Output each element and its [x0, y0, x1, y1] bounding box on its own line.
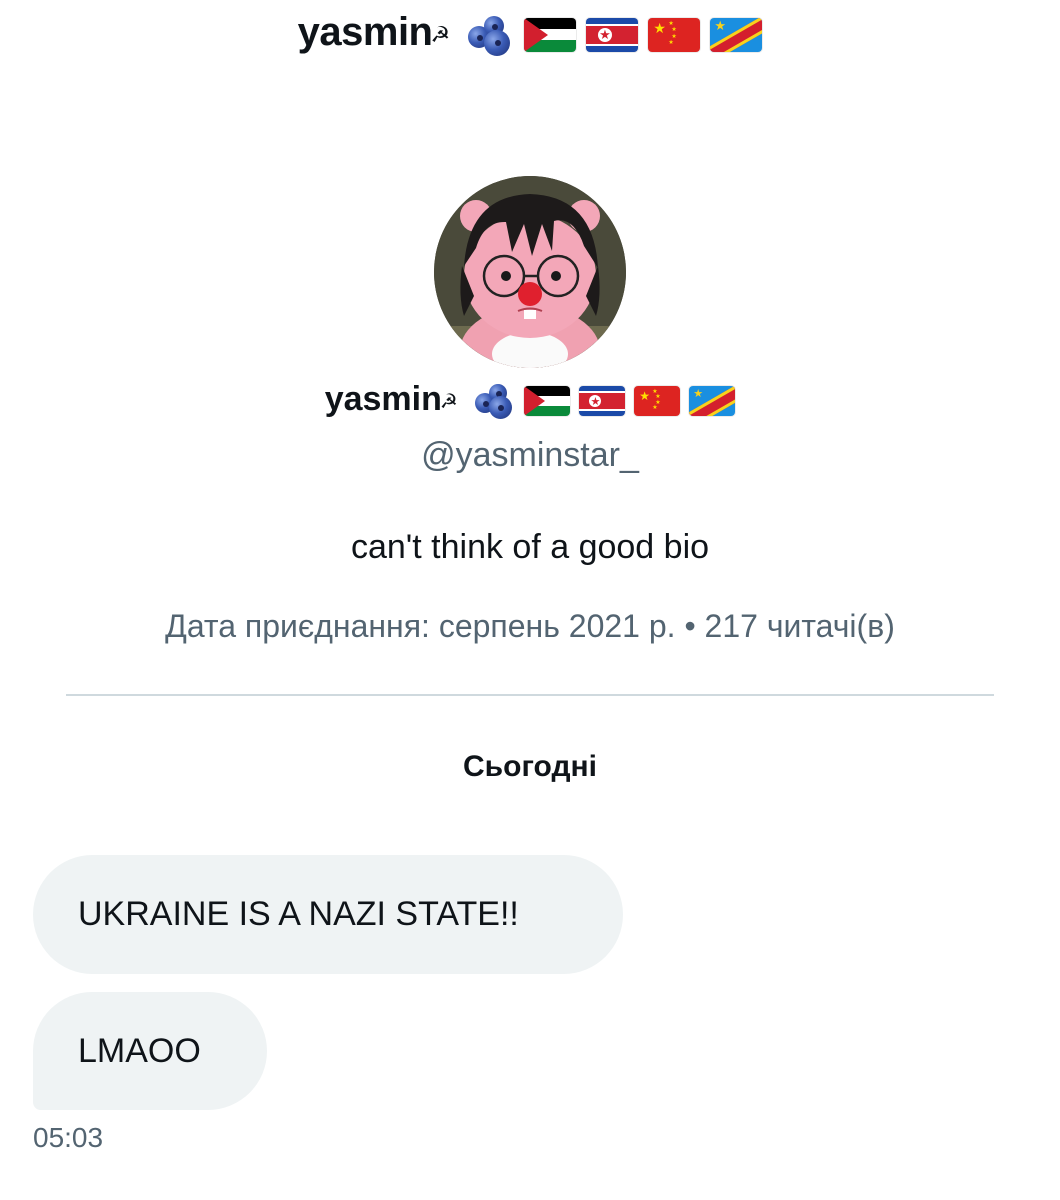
blueberries-icon	[466, 14, 514, 56]
profile-emoji-row: ★ ★ ★ ★ ★ ★ ★	[473, 382, 736, 420]
flag-north-korea-icon: ★	[579, 386, 626, 417]
hammer-and-sickle-icon: ☭	[430, 21, 451, 47]
message-text: LMAOO	[78, 1031, 201, 1070]
flag-dr-congo-icon: ★	[689, 386, 736, 417]
message-timestamp: 05:03	[33, 1122, 104, 1153]
flag-china-icon: ★ ★ ★ ★ ★	[634, 386, 681, 417]
profile-handle[interactable]: @yasminstar_	[0, 436, 1060, 475]
message-bubble[interactable]: LMAOO	[33, 992, 267, 1110]
flag-dr-congo-icon: ★	[710, 17, 763, 52]
message-text: UKRAINE IS A NAZI STATE!!	[78, 895, 519, 933]
header-emoji-row: ★ ★ ★ ★ ★ ★ ★	[466, 14, 763, 56]
header-title: yasmin☭ ★ ★ ★ ★ ★ ★ ★	[297, 10, 763, 56]
blueberries-icon	[473, 382, 515, 420]
flag-china-icon: ★ ★ ★ ★ ★	[648, 17, 701, 52]
avatar[interactable]	[434, 176, 626, 368]
hammer-and-sickle-icon: ☭	[439, 390, 458, 413]
profile-bio: can't think of a good bio	[350, 528, 710, 566]
avatar-plush-image	[434, 176, 626, 368]
section-divider	[66, 694, 994, 696]
conversation-header[interactable]: yasmin☭ ★ ★ ★ ★ ★ ★ ★	[0, 0, 1060, 66]
profile-join-info: Дата приєднання: серпень 2021 р. • 217 ч…	[165, 608, 895, 644]
date-separator: Сьогодні	[463, 750, 597, 783]
profile-name-text: yasmin	[324, 380, 442, 418]
message-bubble[interactable]: UKRAINE IS A NAZI STATE!!	[33, 855, 623, 974]
flag-north-korea-icon: ★	[586, 17, 639, 52]
flag-palestine-icon	[524, 17, 577, 52]
flag-palestine-icon	[524, 386, 571, 417]
header-display-name: yasmin	[297, 10, 433, 55]
profile-display-name: yasmin☭ ★ ★ ★ ★ ★ ★ ★	[0, 380, 1060, 420]
